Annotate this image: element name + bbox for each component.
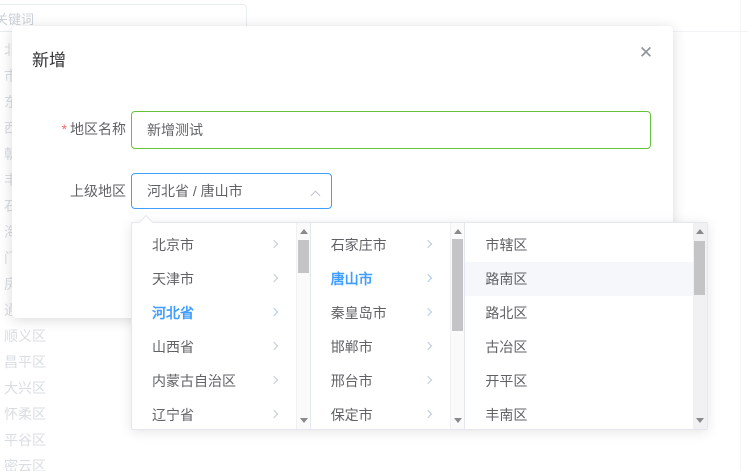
- scroll-up-arrow-icon[interactable]: [454, 229, 462, 234]
- background-column-border: [740, 0, 741, 471]
- scrollbar[interactable]: [693, 223, 707, 429]
- chevron-right-icon: [425, 411, 432, 418]
- scrollbar[interactable]: [450, 223, 464, 429]
- chevron-right-icon: [271, 377, 278, 384]
- cascader-option-label: 唐山市: [331, 269, 373, 289]
- scroll-down-arrow-icon[interactable]: [454, 418, 462, 423]
- chevron-right-icon: [271, 343, 278, 350]
- region-name-input[interactable]: [131, 111, 651, 149]
- cascader-option-label: 河北省: [152, 303, 194, 323]
- region-name-label: *地区名称: [18, 110, 126, 148]
- scroll-down-arrow-icon[interactable]: [696, 418, 704, 423]
- cascader-option[interactable]: 古冶区: [465, 330, 707, 364]
- cascader-option[interactable]: 路南区: [465, 262, 707, 296]
- scroll-up-arrow-icon[interactable]: [300, 229, 308, 234]
- chevron-right-icon: [271, 309, 278, 316]
- cascader-option-label: 内蒙古自治区: [152, 371, 236, 391]
- cascader-option[interactable]: 路北区: [465, 296, 707, 330]
- scrollbar-thumb[interactable]: [452, 239, 463, 331]
- cascader-column-3: 市辖区路南区路北区古冶区开平区丰南区: [465, 223, 707, 429]
- background-tree-item: 昌平区: [4, 352, 46, 372]
- background-tree-item: 顺义区: [4, 326, 46, 346]
- cascader-option-label: 路北区: [485, 303, 527, 323]
- chevron-right-icon: [271, 241, 278, 248]
- chevron-up-icon: [312, 190, 320, 198]
- background-tree-item: 密云区: [4, 456, 46, 471]
- cascader-option[interactable]: 保定市: [311, 398, 465, 429]
- cascader-option[interactable]: 石家庄市: [311, 228, 465, 262]
- cascader-option[interactable]: 邢台市: [311, 364, 465, 398]
- required-asterisk: *: [62, 121, 67, 137]
- chevron-right-icon: [271, 411, 278, 418]
- close-icon[interactable]: ✕: [636, 43, 656, 63]
- cascader-option[interactable]: 北京市: [132, 228, 310, 262]
- parent-region-label: 上级地区: [18, 172, 126, 210]
- scrollbar-thumb[interactable]: [694, 241, 705, 295]
- background-tree-item: 怀柔区: [4, 404, 46, 424]
- chevron-right-icon: [271, 275, 278, 282]
- chevron-right-icon: [425, 275, 432, 282]
- keyword-placeholder: 关键词: [0, 9, 34, 28]
- cascader-option-label: 北京市: [152, 235, 194, 255]
- cascader-option[interactable]: 唐山市: [311, 262, 465, 296]
- cascader-option[interactable]: 山西省: [132, 330, 310, 364]
- chevron-right-icon: [425, 241, 432, 248]
- cascader-option-label: 石家庄市: [331, 235, 387, 255]
- parent-region-select[interactable]: 河北省 / 唐山市: [131, 173, 332, 209]
- cascader-option[interactable]: 开平区: [465, 364, 707, 398]
- chevron-right-icon: [425, 343, 432, 350]
- scroll-down-arrow-icon[interactable]: [300, 418, 308, 423]
- cascader-option-label: 天津市: [152, 269, 194, 289]
- dialog-title: 新增: [32, 46, 66, 71]
- scrollbar[interactable]: [296, 223, 310, 429]
- cascader-option-label: 邯郸市: [331, 337, 373, 357]
- cascader-option[interactable]: 天津市: [132, 262, 310, 296]
- background-tree-item: 平谷区: [4, 430, 46, 450]
- cascader-option-label: 市辖区: [485, 235, 527, 255]
- scrollbar-thumb[interactable]: [298, 240, 309, 273]
- cascader-dropdown: 北京市天津市河北省山西省内蒙古自治区辽宁省石家庄市唐山市秦皇岛市邯郸市邢台市保定…: [131, 222, 708, 430]
- cascader-option-label: 邢台市: [331, 371, 373, 391]
- cascader-option[interactable]: 河北省: [132, 296, 310, 330]
- cascader-option[interactable]: 秦皇岛市: [311, 296, 465, 330]
- chevron-right-icon: [425, 377, 432, 384]
- cascader-option[interactable]: 邯郸市: [311, 330, 465, 364]
- cascader-option[interactable]: 辽宁省: [132, 398, 310, 429]
- screen: 关键词 北京市市辖区东城区西城区朝阳区丰台区石景山区海淀区门头沟区房山区通州区顺…: [0, 0, 748, 471]
- cascader-option-label: 辽宁省: [152, 405, 194, 425]
- cascader-option[interactable]: 内蒙古自治区: [132, 364, 310, 398]
- cascader-option-label: 路南区: [485, 269, 527, 289]
- cascader-option-label: 保定市: [331, 405, 373, 425]
- cascader-option-label: 秦皇岛市: [331, 303, 387, 323]
- cascader-columns: 北京市天津市河北省山西省内蒙古自治区辽宁省石家庄市唐山市秦皇岛市邯郸市邢台市保定…: [132, 223, 707, 429]
- background-tree-item: 大兴区: [4, 378, 46, 398]
- cascader-option-label: 丰南区: [485, 405, 527, 425]
- cascader-option-label: 开平区: [485, 371, 527, 391]
- cascader-column-1: 北京市天津市河北省山西省内蒙古自治区辽宁省: [132, 223, 311, 429]
- cascader-option-label: 古冶区: [485, 337, 527, 357]
- cascader-option-label: 山西省: [152, 337, 194, 357]
- scroll-up-arrow-icon[interactable]: [696, 229, 704, 234]
- cascader-option[interactable]: 市辖区: [465, 228, 707, 262]
- cascader-option[interactable]: 丰南区: [465, 398, 707, 429]
- chevron-right-icon: [425, 309, 432, 316]
- parent-region-value: 河北省 / 唐山市: [147, 181, 243, 201]
- cascader-column-2: 石家庄市唐山市秦皇岛市邯郸市邢台市保定市: [311, 223, 466, 429]
